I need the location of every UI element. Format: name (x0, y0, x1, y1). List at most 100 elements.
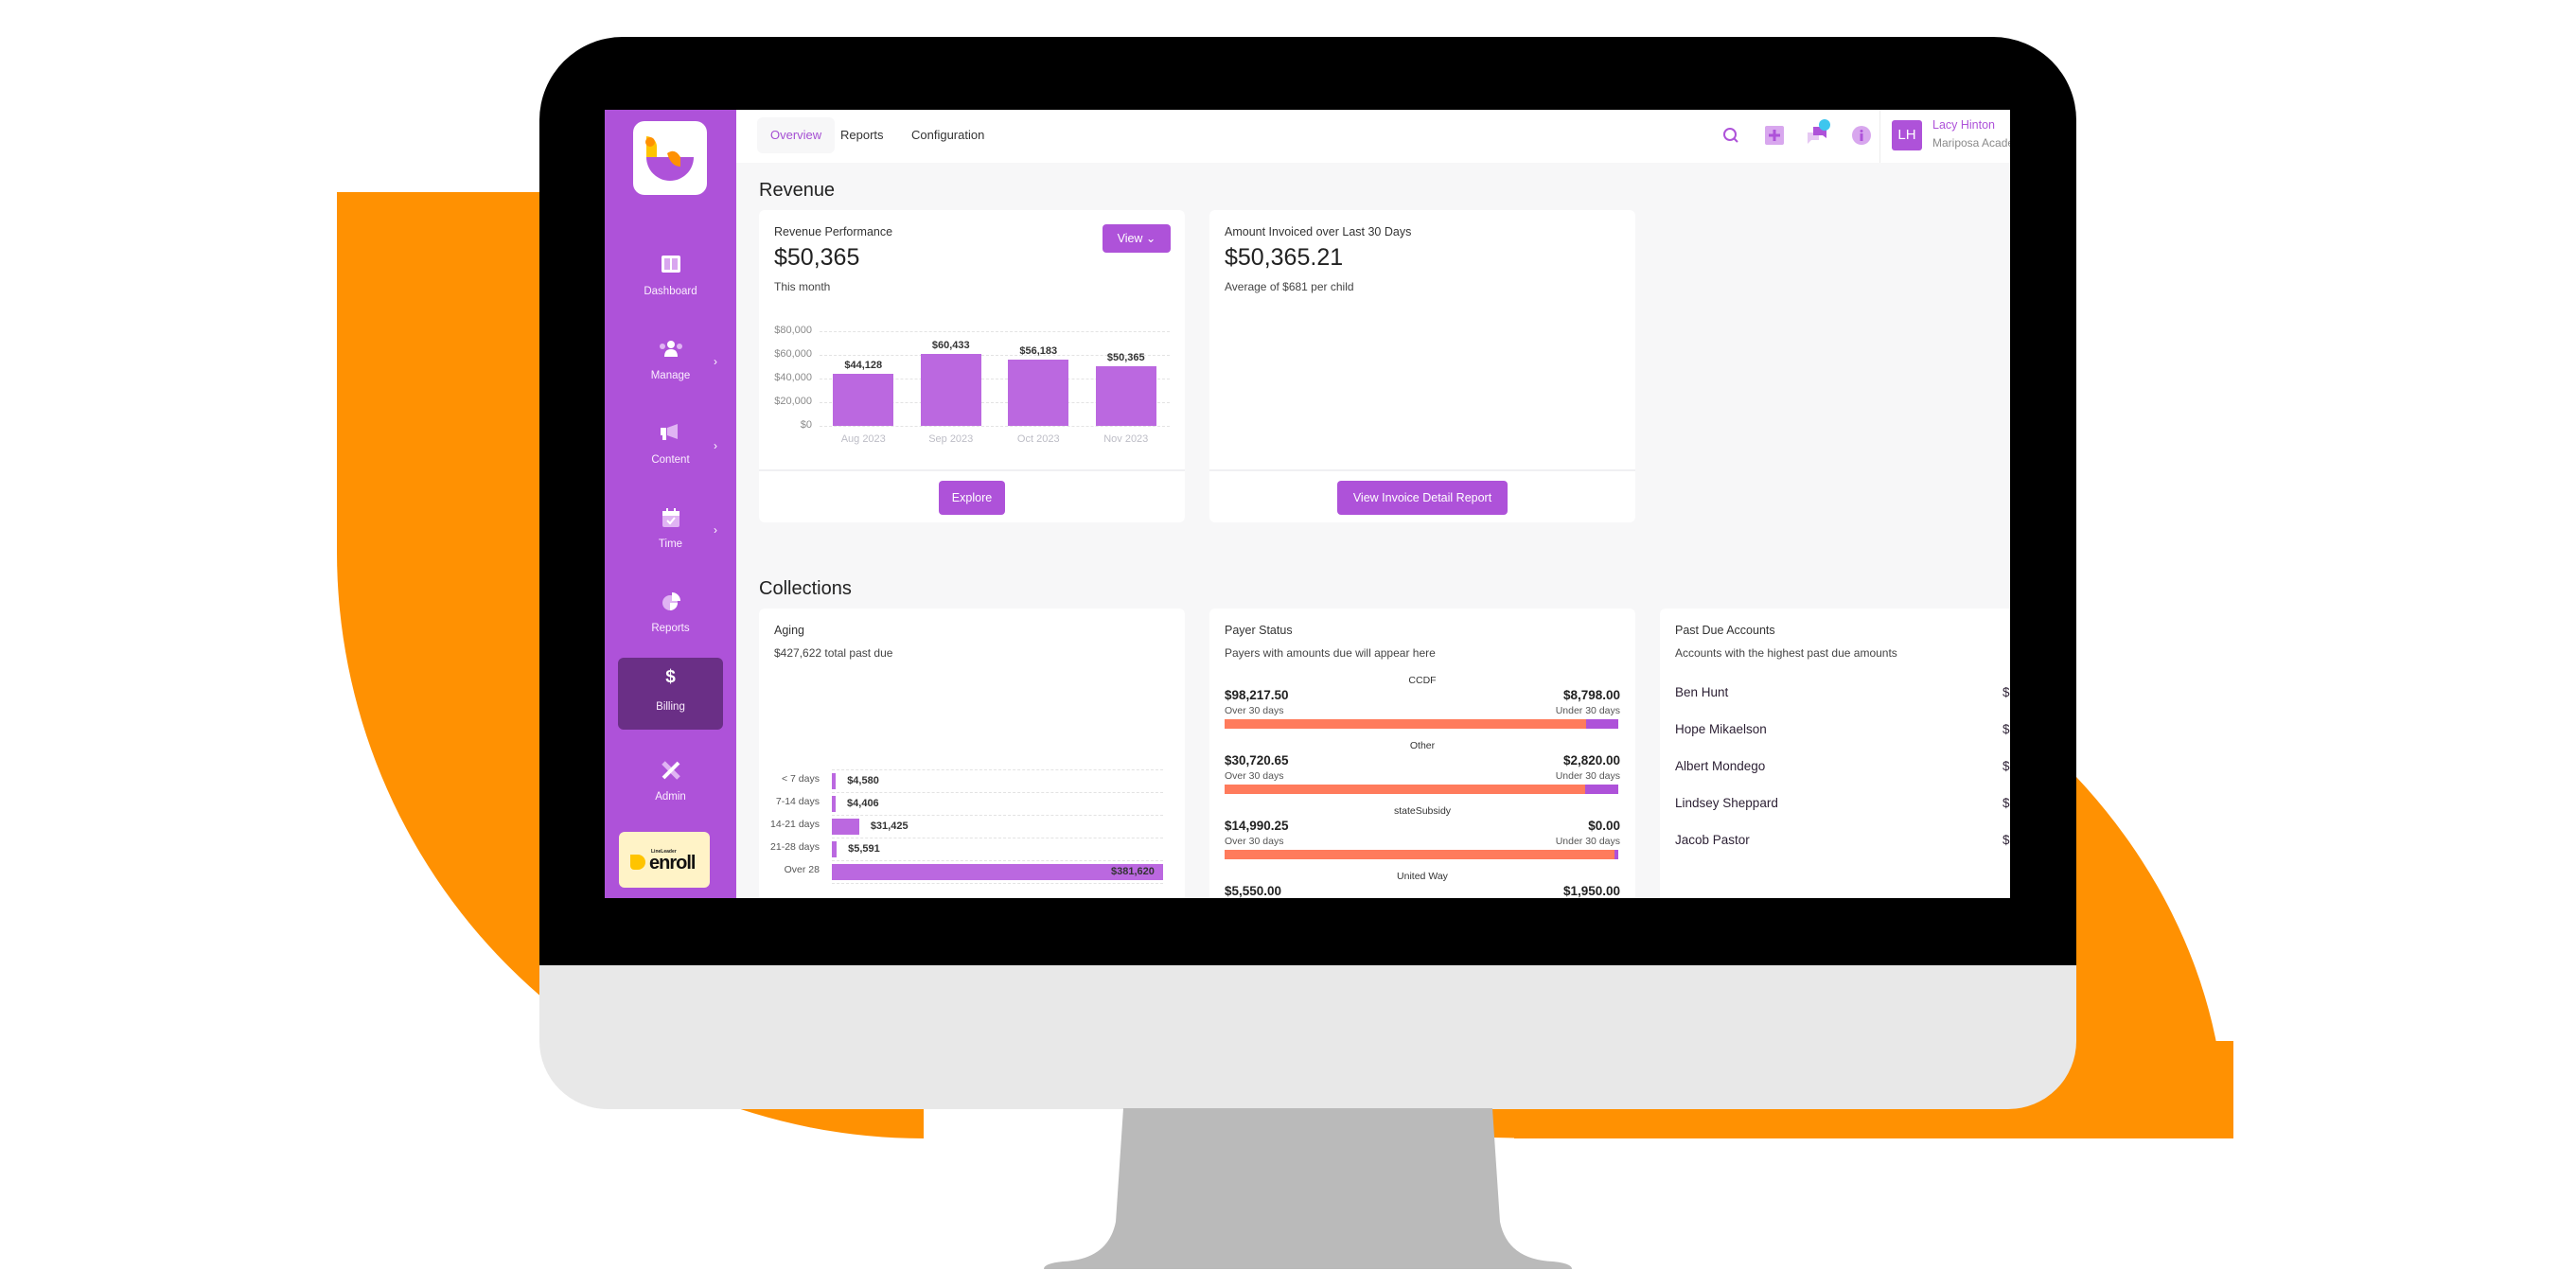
avatar[interactable]: LH (1892, 120, 1922, 150)
section-title-revenue: Revenue (759, 180, 836, 201)
gridline (820, 331, 1170, 332)
calendar-check-icon (618, 508, 723, 529)
tab-configuration[interactable]: Configuration (898, 117, 997, 153)
lineleader-enroll-badge[interactable]: LineLeader enroll (619, 832, 710, 888)
amount-invoiced-card: Amount Invoiced over Last 30 Days $50,36… (1209, 210, 1635, 522)
account-amount: $ (2003, 833, 2010, 847)
over-30-amount: $98,217.50 (1225, 688, 1289, 702)
y-tick-label: $60,000 (774, 348, 812, 360)
chevron-right-icon: › (714, 355, 717, 368)
view-invoice-detail-report-button[interactable]: View Invoice Detail Report (1337, 481, 1508, 515)
payer-status-card: Payer Status Payers with amounts due wil… (1209, 609, 1635, 898)
invoiced-value: $50,365.21 (1225, 244, 1344, 271)
account-amount: $ (2003, 722, 2010, 736)
payer-row: stateSubsidy $14,990.25 $0.00 Over 30 days U… (1209, 805, 1635, 868)
list-item[interactable]: Hope Mikaelson $ (1660, 722, 2010, 745)
sidebar-item-label: Content (651, 454, 690, 466)
account-amount: $ (2003, 796, 2010, 810)
info-icon[interactable] (1851, 125, 1872, 146)
account-name: Jacob Pastor (1675, 833, 1750, 847)
list-item[interactable]: Albert Mondego $ (1660, 759, 2010, 782)
payer-row: Other $30,720.65 $2,820.00 Over 30 days Unde… (1209, 740, 1635, 803)
tab-overview[interactable]: Overview (757, 117, 836, 153)
user-name[interactable]: Lacy Hinton (1932, 118, 1995, 132)
under-30-segment (1614, 850, 1618, 859)
sidebar-item-manage[interactable]: Manage › (618, 326, 723, 398)
sidebar-item-reports[interactable]: Reports (618, 579, 723, 651)
over-30-label: Over 30 days (1225, 770, 1284, 782)
pie-chart-icon (618, 592, 723, 613)
under-30-amount: $0.00 (1588, 819, 1620, 833)
aging-card: Aging $427,622 total past due < 7 days $4… (759, 609, 1185, 898)
payer-progress-bar (1225, 785, 1618, 794)
bar (1095, 366, 1156, 426)
under-30-amount: $2,820.00 (1562, 753, 1620, 768)
users-icon (618, 340, 723, 361)
bar (920, 354, 981, 426)
bar-data-label: $56,183 (1019, 344, 1058, 357)
account-name: Hope Mikaelson (1675, 722, 1767, 736)
invoiced-average: Average of $681 per child (1225, 280, 1354, 293)
y-tick-label: < 7 days (782, 773, 820, 785)
sidebar: Dashboard Manage › Content › Time › Repo… (605, 110, 736, 898)
dashboard-icon (618, 256, 723, 276)
bar-data-label: $4,406 (847, 798, 879, 809)
under-30-label: Under 30 days (1555, 770, 1620, 782)
list-item[interactable]: Ben Hunt $ (1660, 685, 2010, 708)
tab-reports[interactable]: Reports (827, 117, 897, 153)
gridline (832, 883, 1163, 884)
sidebar-item-billing[interactable]: $ Billing (618, 658, 723, 730)
sidebar-item-dashboard[interactable]: Dashboard (618, 242, 723, 314)
messages-icon[interactable] (1806, 119, 1832, 146)
y-tick-label: $0 (800, 419, 812, 431)
header-divider (1879, 110, 1880, 163)
sidebar-item-label: Dashboard (644, 286, 697, 297)
app-logo[interactable] (633, 121, 707, 195)
payer-progress-bar (1225, 850, 1618, 859)
notification-dot (1819, 119, 1830, 131)
sidebar-item-label: Admin (655, 791, 686, 803)
payer-name: United Way (1397, 871, 1448, 882)
list-item[interactable]: Jacob Pastor $ (1660, 833, 2010, 856)
sidebar-item-time[interactable]: Time › (618, 495, 723, 567)
explore-button[interactable]: Explore (939, 481, 1005, 515)
enroll-badge-text: enroll (649, 853, 696, 873)
logo-icon (645, 136, 694, 181)
sidebar-item-admin[interactable]: Admin (618, 748, 723, 820)
list-item[interactable]: Lindsey Sheppard $ (1660, 796, 2010, 819)
under-30-amount: $8,798.00 (1562, 688, 1620, 702)
user-organization: Mariposa Academ (1932, 136, 2010, 150)
card-divider (759, 469, 1185, 471)
x-tick-label: Nov 2023 (1103, 433, 1149, 445)
sidebar-item-label: Manage (650, 370, 691, 381)
gridline (820, 426, 1170, 427)
payer-progress-bar (1225, 719, 1618, 729)
gridline (832, 769, 1163, 770)
bar (832, 841, 838, 857)
bar (832, 819, 859, 835)
gridline (832, 815, 1163, 816)
over-30-amount: $30,720.65 (1225, 753, 1289, 768)
chevron-right-icon: › (714, 439, 717, 452)
bar-data-label: $50,365 (1106, 352, 1145, 364)
y-tick-label: $20,000 (774, 396, 812, 407)
aging-bar-chart: < 7 days $4,580 7-14 days $4,406 14-21 days $… (759, 609, 1185, 898)
bar (832, 796, 837, 812)
x-tick-label: Oct 2023 (1016, 433, 1060, 445)
y-tick-label: 7-14 days (775, 796, 820, 807)
bar-data-label: $60,433 (931, 340, 970, 352)
sidebar-item-label: Billing (656, 701, 685, 713)
x-tick-label: Aug 2023 (840, 433, 886, 445)
payer-list: CCDF $98,217.50 $8,798.00 Over 30 days Under… (1209, 609, 1635, 898)
bar (832, 773, 837, 789)
card-title: Amount Invoiced over Last 30 Days (1225, 225, 1412, 238)
monitor-chin (539, 965, 2076, 1109)
search-icon[interactable] (1720, 125, 1741, 146)
payer-row: United Way$5,550.00$1,950.00Over 30 days… (1209, 871, 1635, 898)
payer-row: CCDF $98,217.50 $8,798.00 Over 30 days Under… (1209, 675, 1635, 737)
tools-icon (618, 761, 723, 782)
account-name: Albert Mondego (1675, 759, 1766, 773)
add-icon[interactable] (1764, 125, 1785, 146)
sidebar-item-content[interactable]: Content › (618, 411, 723, 483)
past-due-accounts-card: Past Due Accounts Accounts with the high… (1660, 609, 2010, 898)
